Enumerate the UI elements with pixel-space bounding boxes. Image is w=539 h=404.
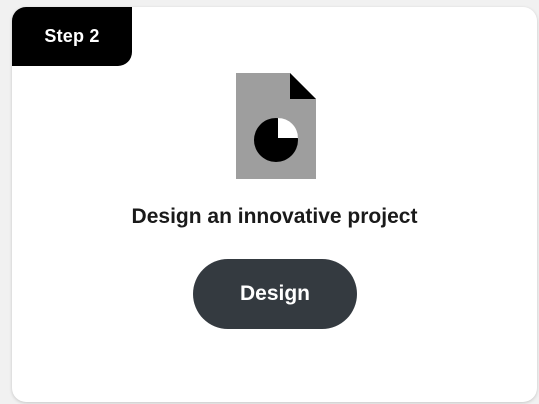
card-title: Design an innovative project [131, 205, 418, 228]
document-pie-chart-icon [236, 73, 316, 179]
design-button[interactable]: Design [193, 259, 357, 329]
step-card: Step 2 Design an innovative project Desi… [12, 7, 537, 402]
step-badge: Step 2 [12, 7, 132, 66]
